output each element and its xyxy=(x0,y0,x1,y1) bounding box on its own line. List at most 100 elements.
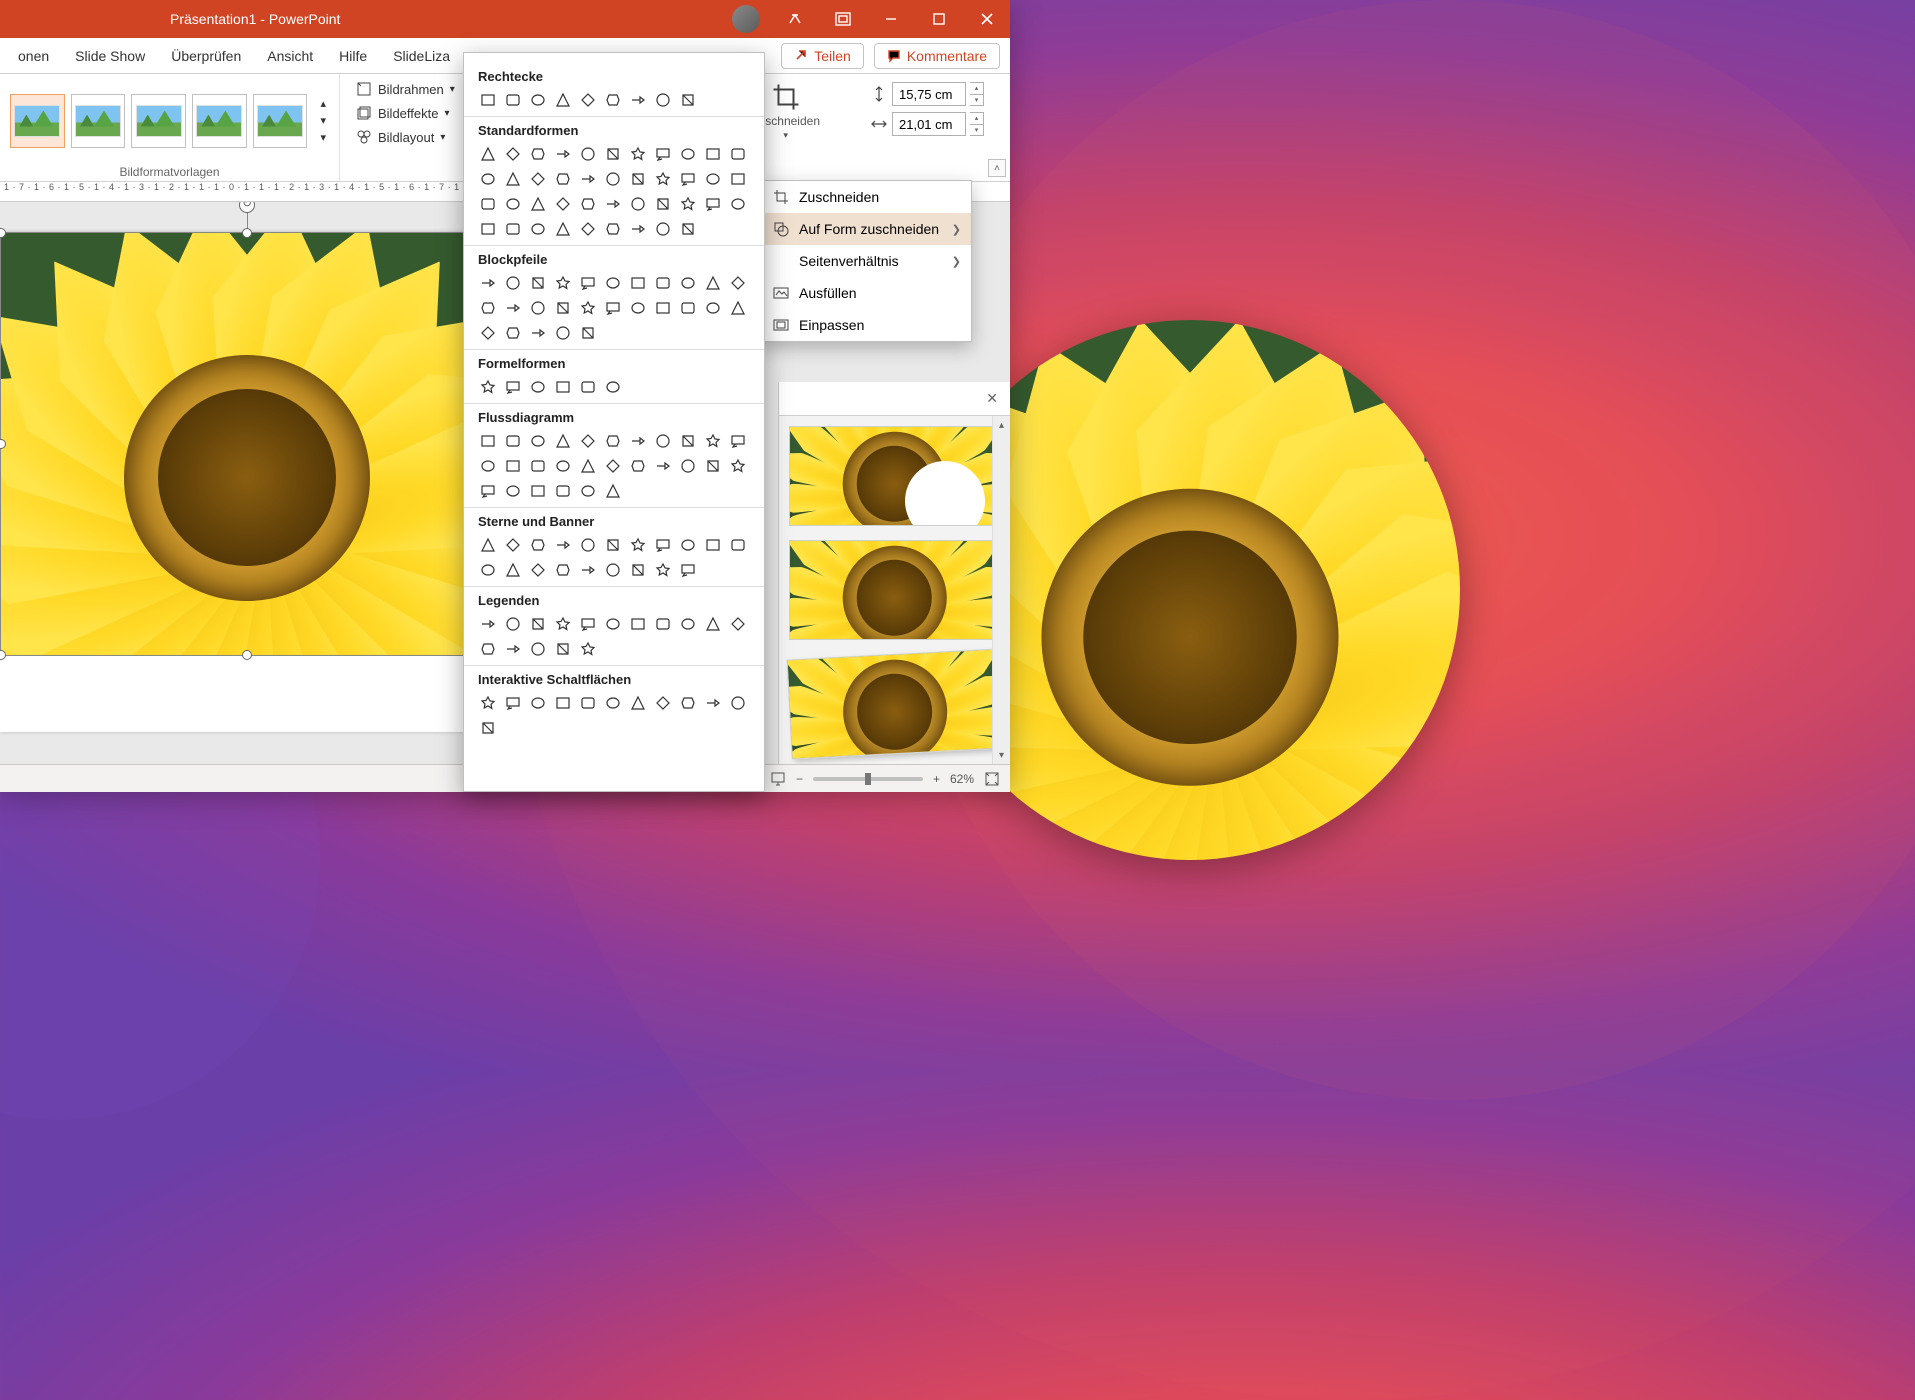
shape-option[interactable] xyxy=(578,90,598,110)
crop-menu-crop-to-shape[interactable]: Auf Form zuschneiden ❯ xyxy=(761,213,971,245)
shape-option[interactable] xyxy=(603,219,623,239)
shape-option[interactable] xyxy=(678,693,698,713)
shape-option[interactable] xyxy=(528,614,548,634)
crop-menu-crop[interactable]: Zuschneiden xyxy=(761,181,971,213)
shape-option[interactable] xyxy=(553,456,573,476)
shape-option[interactable] xyxy=(578,481,598,501)
height-spinner[interactable]: ▴▾ xyxy=(970,82,984,106)
shape-option[interactable] xyxy=(628,169,648,189)
picture-style-thumb[interactable] xyxy=(192,94,247,148)
shape-option[interactable] xyxy=(528,693,548,713)
shape-option[interactable] xyxy=(528,273,548,293)
crop-menu-aspect[interactable]: Seitenverhältnis ❯ xyxy=(761,245,971,277)
styles-scroll-down[interactable]: ▾ xyxy=(317,113,329,128)
shape-option[interactable] xyxy=(628,194,648,214)
shape-option[interactable] xyxy=(728,298,748,318)
shape-option[interactable] xyxy=(503,639,523,659)
shape-option[interactable] xyxy=(578,535,598,555)
shape-option[interactable] xyxy=(528,639,548,659)
shape-option[interactable] xyxy=(553,144,573,164)
shape-option[interactable] xyxy=(728,144,748,164)
shape-option[interactable] xyxy=(628,90,648,110)
shape-option[interactable] xyxy=(603,273,623,293)
selected-picture[interactable] xyxy=(0,232,494,656)
shape-option[interactable] xyxy=(578,560,598,580)
shape-option[interactable] xyxy=(603,194,623,214)
shape-option[interactable] xyxy=(728,614,748,634)
shape-option[interactable] xyxy=(503,560,523,580)
styles-scroll-up[interactable]: ▴ xyxy=(317,96,329,111)
shape-option[interactable] xyxy=(703,298,723,318)
shape-option[interactable] xyxy=(478,693,498,713)
shape-option[interactable] xyxy=(653,535,673,555)
shape-option[interactable] xyxy=(703,456,723,476)
shape-option[interactable] xyxy=(653,194,673,214)
maximize-button[interactable] xyxy=(916,0,962,38)
picture-border-button[interactable]: Bildrahmen▾ xyxy=(350,78,461,100)
shape-option[interactable] xyxy=(528,298,548,318)
shape-option[interactable] xyxy=(628,560,648,580)
shape-option[interactable] xyxy=(728,194,748,214)
shape-option[interactable] xyxy=(703,431,723,451)
width-spinner[interactable]: ▴▾ xyxy=(970,112,984,136)
picture-style-thumb[interactable] xyxy=(131,94,186,148)
shape-option[interactable] xyxy=(528,90,548,110)
shape-option[interactable] xyxy=(603,431,623,451)
zoom-slider[interactable] xyxy=(813,777,923,781)
shape-option[interactable] xyxy=(503,273,523,293)
shape-option[interactable] xyxy=(678,456,698,476)
fit-window-icon[interactable] xyxy=(984,771,1000,787)
shape-option[interactable] xyxy=(703,273,723,293)
shape-option[interactable] xyxy=(603,456,623,476)
shape-option[interactable] xyxy=(578,323,598,343)
shape-option[interactable] xyxy=(678,194,698,214)
design-idea-card[interactable] xyxy=(789,426,1000,526)
shape-option[interactable] xyxy=(503,481,523,501)
shape-option[interactable] xyxy=(628,273,648,293)
panel-scrollbar[interactable]: ▴ ▾ xyxy=(992,416,1010,764)
shape-option[interactable] xyxy=(578,273,598,293)
slideshow-view-icon[interactable] xyxy=(770,771,786,787)
close-panel-button[interactable]: ✕ xyxy=(982,386,1002,411)
shape-option[interactable] xyxy=(503,298,523,318)
picture-style-thumb[interactable] xyxy=(10,94,65,148)
width-input[interactable] xyxy=(892,112,966,136)
collapse-ribbon-button[interactable]: ˄ xyxy=(988,159,1006,177)
shape-option[interactable] xyxy=(503,377,523,397)
shape-option[interactable] xyxy=(528,144,548,164)
shape-option[interactable] xyxy=(653,614,673,634)
shape-option[interactable] xyxy=(478,144,498,164)
shape-option[interactable] xyxy=(703,693,723,713)
shape-option[interactable] xyxy=(703,535,723,555)
resize-handle[interactable] xyxy=(0,650,6,660)
shape-option[interactable] xyxy=(653,298,673,318)
shape-option[interactable] xyxy=(603,377,623,397)
shape-option[interactable] xyxy=(628,693,648,713)
shape-option[interactable] xyxy=(703,194,723,214)
shape-option[interactable] xyxy=(553,693,573,713)
shape-option[interactable] xyxy=(503,194,523,214)
shape-option[interactable] xyxy=(653,456,673,476)
shape-option[interactable] xyxy=(603,481,623,501)
shape-option[interactable] xyxy=(578,298,598,318)
shape-option[interactable] xyxy=(553,377,573,397)
shape-option[interactable] xyxy=(478,718,498,738)
shape-option[interactable] xyxy=(678,169,698,189)
shape-option[interactable] xyxy=(603,560,623,580)
shape-option[interactable] xyxy=(553,169,573,189)
shape-option[interactable] xyxy=(528,535,548,555)
scroll-down[interactable]: ▾ xyxy=(993,746,1010,764)
shape-option[interactable] xyxy=(553,298,573,318)
shape-option[interactable] xyxy=(478,639,498,659)
shape-option[interactable] xyxy=(578,456,598,476)
shape-option[interactable] xyxy=(678,431,698,451)
shape-option[interactable] xyxy=(503,693,523,713)
shape-option[interactable] xyxy=(578,219,598,239)
shape-option[interactable] xyxy=(653,219,673,239)
shape-option[interactable] xyxy=(628,144,648,164)
tab-item[interactable]: Ansicht xyxy=(255,38,325,73)
shape-option[interactable] xyxy=(478,298,498,318)
shape-option[interactable] xyxy=(553,273,573,293)
shape-option[interactable] xyxy=(678,614,698,634)
share-button[interactable]: Teilen xyxy=(781,43,864,69)
